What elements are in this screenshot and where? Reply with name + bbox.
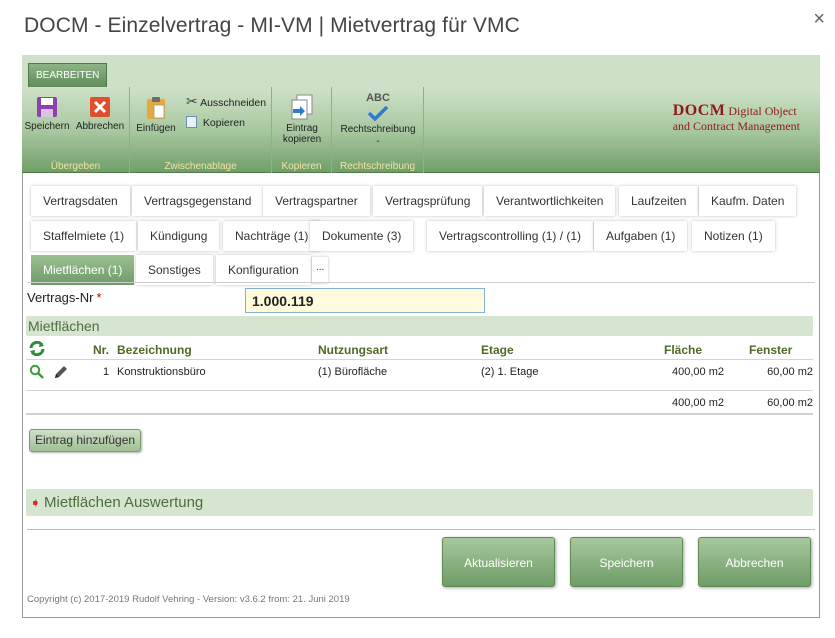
copy-icon (186, 116, 197, 128)
tab-kuendigung[interactable]: Kündigung (138, 221, 220, 251)
paste-button-label: Einfügen (136, 123, 176, 134)
vertrags-nr-label: Vertrags-Nr * (27, 290, 102, 305)
close-x-icon (90, 97, 110, 117)
column-header-fenster[interactable]: Fenster (749, 343, 792, 357)
ribbon-group-zwischenablage: Einfügen ✂ Ausschneiden Kopieren Zwische… (130, 87, 272, 173)
tab-dokumente[interactable]: Dokumente (3) (310, 221, 414, 251)
cell-fenster: 60,00 m2 (767, 366, 813, 378)
clipboard-icon (147, 97, 165, 119)
ribbon-tabbar: BEARBEITEN (22, 55, 820, 87)
cell-nutzungsart: (1) Bürofläche (318, 366, 388, 378)
window-title: DOCM - Einzelvertrag - MI-VM | Mietvertr… (24, 14, 520, 37)
grid-header-divider (26, 359, 813, 360)
save-button[interactable]: Speichern (24, 96, 70, 132)
tab-aufgaben[interactable]: Aufgaben (1) (594, 221, 688, 251)
save-button-bottom[interactable]: Speichern (570, 537, 683, 587)
tab-notizen[interactable]: Notizen (1) (692, 221, 775, 251)
spellcheck-sub: - (376, 136, 380, 147)
auswertung-title: Mietflächen Auswertung (44, 494, 204, 511)
checkmark-icon (367, 105, 389, 121)
copy-entry-label-1: Eintrag (286, 123, 318, 134)
tab-vertragsgegenstand[interactable]: Vertragsgegenstand (132, 186, 264, 216)
cell-bezeichnung: Konstruktionsbüro (117, 366, 206, 378)
copy-button-label: Kopieren (202, 117, 245, 129)
spellcheck-button[interactable]: ABC Rechtschreibung - (334, 92, 422, 148)
save-button-label: Speichern (24, 121, 70, 132)
cancel-button-bottom[interactable]: Abbrechen (698, 537, 811, 587)
copyright-text: Copyright (c) 2017-2019 Rudolf Vehring -… (27, 594, 350, 605)
tab-vertragscontrolling[interactable]: Vertragscontrolling (1) / (1) (427, 221, 594, 251)
brand-rest: Digital Object (728, 104, 797, 118)
tab-staffelmiete[interactable]: Staffelmiete (1) (31, 221, 137, 251)
total-flaeche: 400,00 m2 (672, 397, 724, 409)
tab-vertragspruefung[interactable]: Vertragsprüfung (373, 186, 483, 216)
tab-more[interactable]: ... (312, 257, 329, 283)
cut-button-label: Ausschneiden (200, 97, 267, 109)
ribbon-group-rechtschreibung: ABC Rechtschreibung - Rechtschreibung (332, 87, 424, 173)
required-mark: * (96, 290, 102, 305)
cut-button[interactable]: ✂ Ausschneiden (186, 93, 266, 110)
tab-vertragsdaten[interactable]: Vertragsdaten (31, 186, 130, 216)
tab-mietflaechen[interactable]: Mietflächen (1) (31, 255, 135, 285)
column-header-etage[interactable]: Etage (481, 343, 514, 357)
tab-konfiguration[interactable]: Konfiguration (216, 255, 311, 285)
close-icon[interactable]: × (813, 8, 825, 31)
ribbon-group-uebergeben: Speichern Abbrechen Übergeben (22, 87, 130, 173)
column-header-bezeichnung[interactable]: Bezeichnung (117, 343, 192, 357)
bottom-divider (27, 529, 815, 530)
magnifier-icon[interactable] (29, 364, 44, 379)
column-header-nr[interactable]: Nr. (93, 343, 109, 357)
cell-flaeche: 400,00 m2 (672, 366, 724, 378)
scissors-icon: ✂ (186, 93, 198, 109)
grid-footer-divider (26, 413, 813, 415)
refresh-button[interactable]: Aktualisieren (442, 537, 555, 587)
copy-entry-label-2: kopieren (282, 134, 322, 145)
group-label-rechtschreibung: Rechtschreibung (339, 161, 416, 172)
ribbon-group-kopieren: Eintrag kopieren Kopieren (272, 87, 332, 173)
ribbon: Speichern Abbrechen Übergeben Einfügen ✂… (22, 87, 820, 173)
vertrags-nr-input[interactable] (245, 288, 485, 313)
add-entry-button[interactable]: Eintrag hinzufügen (29, 429, 142, 452)
expand-arrow-icon: ➧ (30, 495, 41, 510)
spellcheck-abc-text: ABC (366, 92, 390, 104)
mietflaechen-auswertung-section[interactable]: ➧ Mietflächen Auswertung (26, 489, 813, 516)
mietflaechen-section-header: Mietflächen (26, 316, 813, 336)
main-panel: Vertragsdaten Vertragsgegenstand Vertrag… (22, 173, 820, 618)
group-label-kopieren: Kopieren (281, 161, 322, 172)
tab-vertragspartner[interactable]: Vertragspartner (263, 186, 370, 216)
floppy-disk-icon (37, 97, 57, 117)
copy-document-icon (291, 94, 313, 120)
vertrags-nr-label-text: Vertrags-Nr (27, 290, 94, 305)
refresh-icon[interactable] (29, 341, 45, 356)
cancel-button[interactable]: Abbrechen (74, 96, 126, 132)
cell-nr: 1 (103, 366, 110, 378)
tab-verantwortlichkeiten[interactable]: Verantwortlichkeiten (484, 186, 616, 216)
paste-button[interactable]: Einfügen (134, 96, 178, 134)
total-fenster: 60,00 m2 (767, 397, 813, 409)
copy-entry-button[interactable]: Eintrag kopieren (274, 94, 330, 145)
ribbon-tab-bearbeiten[interactable]: BEARBEITEN (28, 63, 108, 87)
tab-kaufm-daten[interactable]: Kaufm. Daten (699, 186, 797, 216)
tab-laufzeiten[interactable]: Laufzeiten (619, 186, 699, 216)
copy-button[interactable]: Kopieren (186, 116, 245, 129)
column-header-nutzungsart[interactable]: Nutzungsart (318, 343, 388, 357)
group-label-uebergeben: Übergeben (50, 161, 101, 172)
column-header-flaeche[interactable]: Fläche (664, 343, 702, 357)
group-label-zwischenablage: Zwischenablage (164, 161, 237, 172)
grid-row-divider (26, 390, 813, 391)
pencil-icon[interactable] (53, 364, 69, 380)
tab-nachtraege[interactable]: Nachträge (1) (223, 221, 321, 251)
brand-logo: DOCM Digital Object and Contract Managem… (673, 103, 800, 134)
cell-etage: (2) 1. Etage (481, 366, 539, 378)
tab-sonstiges[interactable]: Sonstiges (136, 255, 213, 285)
cancel-button-label: Abbrechen (75, 121, 125, 132)
spellcheck-label: Rechtschreibung (340, 124, 416, 135)
tab-divider (27, 282, 815, 283)
brand-name: DOCM (672, 102, 726, 119)
brand-subtitle: and Contract Management (672, 119, 800, 133)
